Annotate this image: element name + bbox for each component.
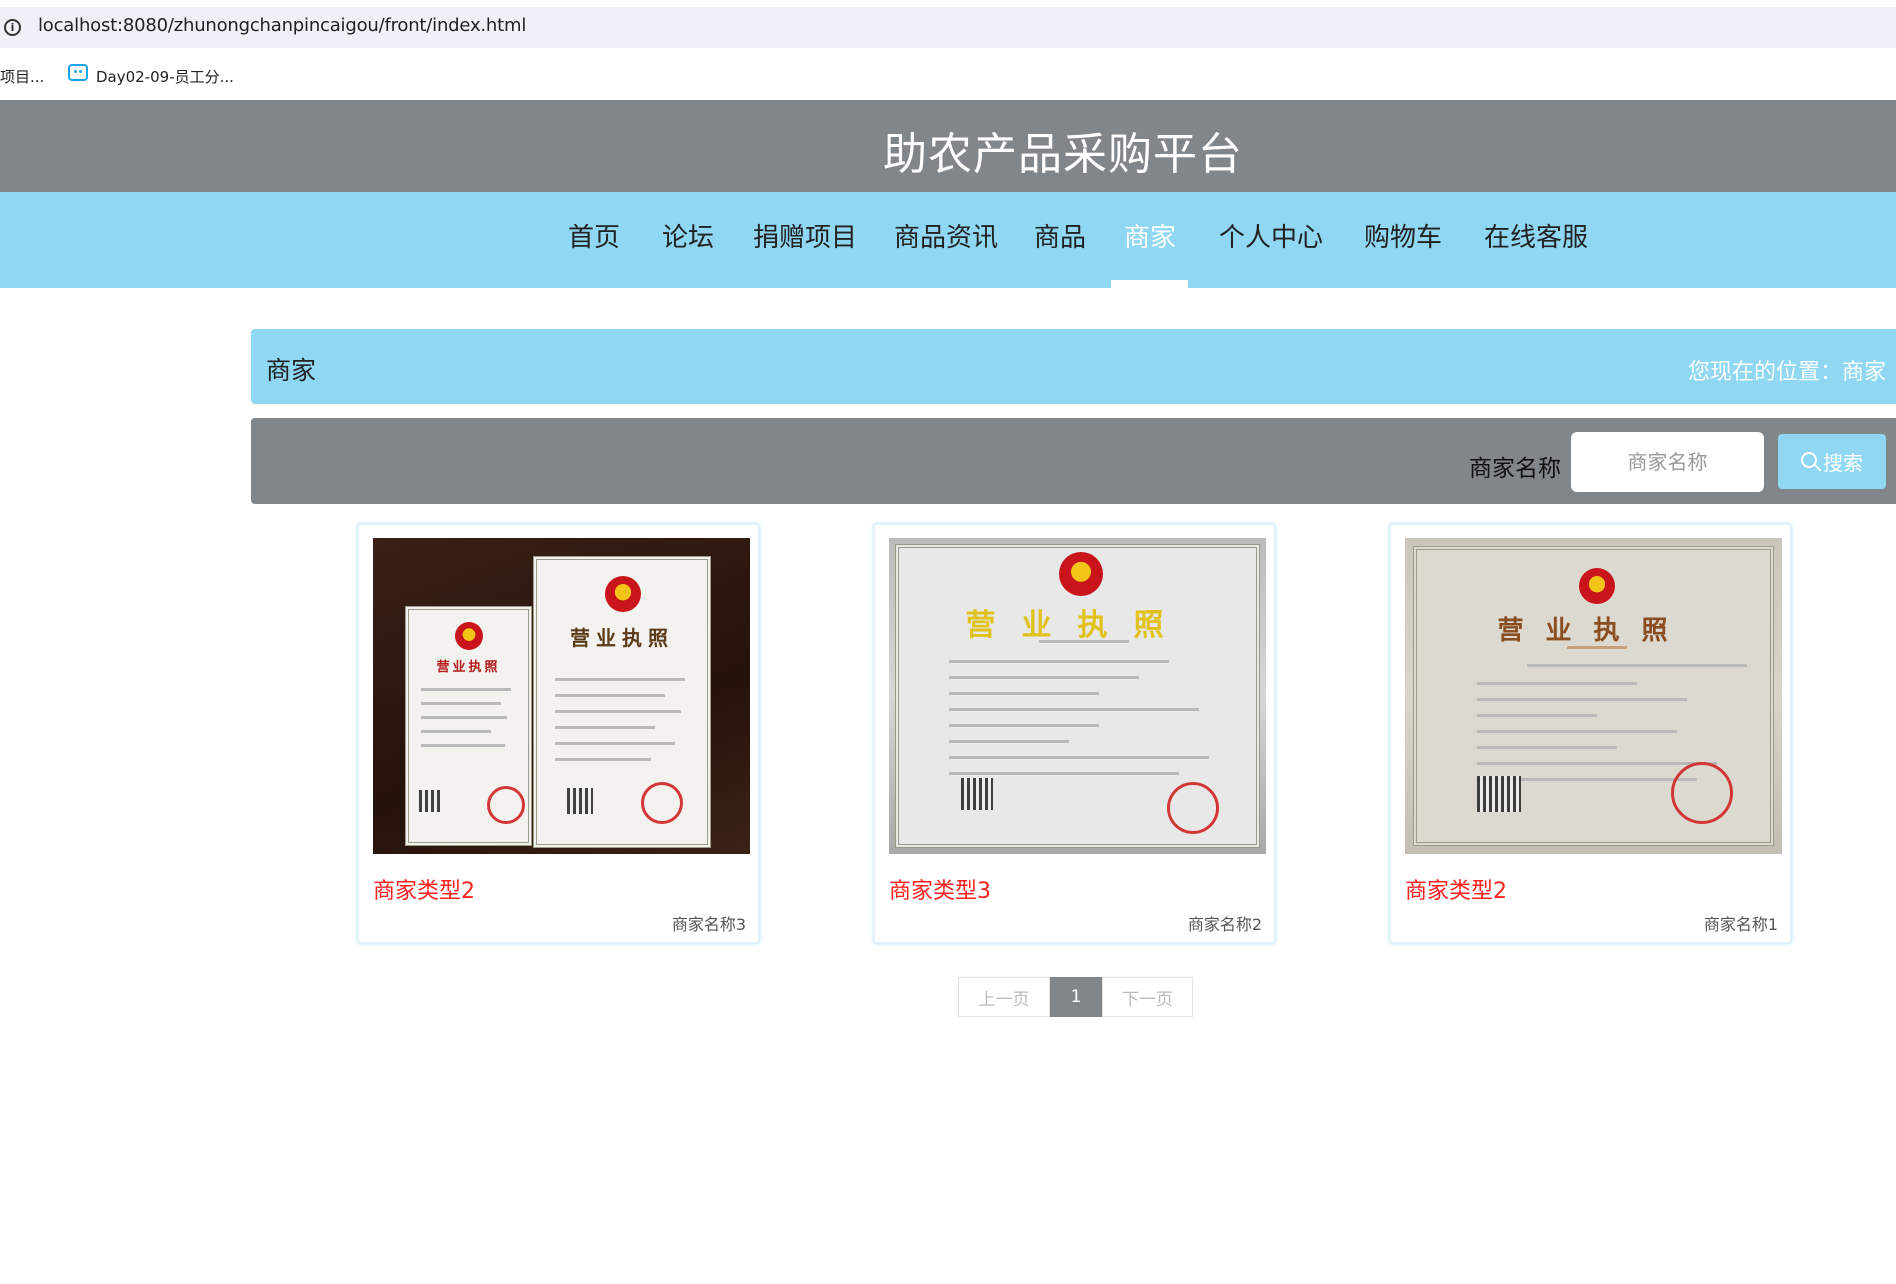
business-license-image[interactable]: 营业执照 bbox=[1405, 538, 1782, 854]
bookmarks-bar: 项目... Day02-09-员工分... bbox=[0, 60, 1896, 90]
search-button[interactable]: 搜索 bbox=[1778, 434, 1886, 489]
nav-item-merchants[interactable]: 商家 bbox=[1124, 217, 1176, 254]
page-number-button[interactable]: 1 bbox=[1050, 977, 1102, 1017]
next-page-button[interactable]: 下一页 bbox=[1102, 977, 1193, 1017]
search-input[interactable] bbox=[1571, 432, 1764, 492]
breadcrumb-bar bbox=[251, 329, 1896, 404]
business-license-image[interactable]: 营业执照 营业执照 bbox=[373, 538, 750, 854]
nav-item-forum[interactable]: 论坛 bbox=[662, 217, 714, 254]
search-button-label: 搜索 bbox=[1823, 451, 1863, 475]
merchant-type[interactable]: 商家类型2 bbox=[1405, 873, 1507, 905]
nav-item-products[interactable]: 商品 bbox=[1034, 217, 1086, 254]
merchant-name: 商家名称3 bbox=[671, 915, 746, 934]
active-nav-indicator bbox=[1111, 280, 1188, 288]
nav-item-donation[interactable]: 捐赠项目 bbox=[753, 217, 857, 254]
breadcrumb: 您现在的位置：商家 bbox=[1687, 360, 1886, 385]
business-license-image[interactable]: 营业执照 bbox=[889, 538, 1266, 854]
bilibili-icon bbox=[68, 64, 88, 81]
pagination: 上一页 1 下一页 bbox=[958, 977, 1193, 1017]
merchant-name: 商家名称2 bbox=[1187, 915, 1262, 934]
prev-page-button[interactable]: 上一页 bbox=[958, 977, 1050, 1017]
nav-item-news[interactable]: 商品资讯 bbox=[894, 217, 998, 254]
nav-item-profile[interactable]: 个人中心 bbox=[1219, 217, 1323, 254]
site-info-icon[interactable]: i bbox=[4, 19, 21, 36]
search-icon bbox=[1801, 451, 1817, 468]
merchant-name: 商家名称1 bbox=[1703, 915, 1778, 934]
url-text[interactable]: localhost:8080/zhunongchanpincaigou/fron… bbox=[38, 15, 526, 36]
page-title: 商家 bbox=[266, 356, 317, 385]
search-label: 商家名称 bbox=[1469, 456, 1561, 482]
merchant-card[interactable]: 营业执照 商家类型3 商家名称2 bbox=[873, 523, 1276, 944]
merchant-card[interactable]: 营业执照 商家类型2 商家名称1 bbox=[1389, 523, 1792, 944]
nav-item-support[interactable]: 在线客服 bbox=[1484, 217, 1588, 254]
merchant-type[interactable]: 商家类型2 bbox=[373, 873, 475, 905]
bookmark-item[interactable]: Day02-09-员工分... bbox=[96, 66, 234, 87]
bookmark-item[interactable]: 项目... bbox=[0, 66, 44, 87]
site-title: 助农产品采购平台 bbox=[883, 129, 1243, 180]
merchant-card[interactable]: 营业执照 营业执照 商家类型2 商家名称3 bbox=[357, 523, 760, 944]
nav-item-cart[interactable]: 购物车 bbox=[1364, 217, 1442, 254]
nav-item-home[interactable]: 首页 bbox=[568, 217, 620, 254]
merchant-type[interactable]: 商家类型3 bbox=[889, 873, 991, 905]
